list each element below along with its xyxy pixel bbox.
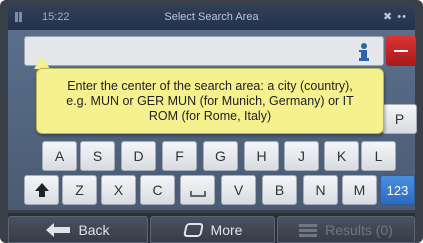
results-label: Results (0) xyxy=(325,221,393,238)
key-z[interactable]: Z xyxy=(62,175,97,205)
list-icon xyxy=(299,223,318,237)
key-a[interactable]: A xyxy=(42,141,77,171)
page-title: Select Search Area xyxy=(164,11,259,23)
backspace-button[interactable] xyxy=(386,36,416,66)
bottom-bar: Back More Results (0) xyxy=(8,213,415,243)
backspace-icon xyxy=(394,50,408,52)
search-input[interactable] xyxy=(31,42,331,62)
key-h[interactable]: H xyxy=(244,141,279,171)
key-d[interactable]: D xyxy=(121,141,156,171)
key-k[interactable]: K xyxy=(324,141,359,171)
key-x[interactable]: X xyxy=(101,175,136,205)
more-button[interactable]: More xyxy=(150,216,275,243)
key-j[interactable]: J xyxy=(284,141,319,171)
back-arrow-icon xyxy=(46,222,71,237)
space-key[interactable] xyxy=(180,175,215,205)
search-field[interactable] xyxy=(24,36,384,66)
device-screen: 15:22 Select Search Area ✖ •• P A S D F … xyxy=(0,0,423,243)
key-s[interactable]: S xyxy=(80,141,115,171)
tooltip-text: Enter the center of the search area: a c… xyxy=(66,78,354,123)
status-bar: 15:22 Select Search Area ✖ •• xyxy=(8,6,415,30)
space-icon xyxy=(189,191,206,197)
key-n[interactable]: N xyxy=(303,175,338,205)
results-button[interactable]: Results (0) xyxy=(277,216,415,243)
more-label: More xyxy=(210,221,243,238)
back-label: Back xyxy=(78,221,110,238)
key-p[interactable]: P xyxy=(382,104,417,134)
shift-arrow-icon xyxy=(34,183,49,197)
key-v[interactable]: V xyxy=(221,175,256,205)
info-icon[interactable] xyxy=(353,41,375,63)
key-m[interactable]: M xyxy=(342,175,377,205)
more-icon xyxy=(183,222,203,237)
back-button[interactable]: Back xyxy=(8,216,148,243)
key-c[interactable]: C xyxy=(140,175,175,205)
key-l[interactable]: L xyxy=(361,141,396,171)
key-b[interactable]: B xyxy=(262,175,297,205)
shift-key[interactable] xyxy=(24,175,59,205)
numeric-toggle-key[interactable]: 123 xyxy=(380,175,415,205)
key-g[interactable]: G xyxy=(203,141,238,171)
status-indicators: ✖ •• xyxy=(383,11,407,23)
help-tooltip: Enter the center of the search area: a c… xyxy=(36,68,384,134)
key-f[interactable]: F xyxy=(162,141,197,171)
